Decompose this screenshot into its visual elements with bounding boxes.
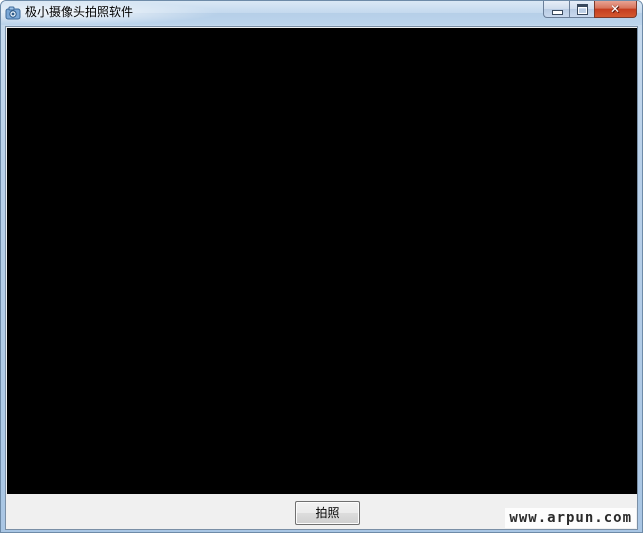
close-button[interactable]: ✕ — [594, 1, 637, 18]
maximize-icon — [577, 4, 588, 15]
caption-buttons: ✕ — [543, 1, 637, 19]
app-window: 极小摄像头拍照软件 ✕ 拍照 www.arpun.com — [0, 0, 643, 533]
minimize-icon — [552, 10, 563, 15]
camera-preview — [7, 28, 637, 494]
window-title: 极小摄像头拍照软件 — [25, 5, 134, 19]
title-bar[interactable]: 极小摄像头拍照软件 ✕ — [1, 1, 642, 25]
client-area: 拍照 — [5, 26, 638, 530]
close-icon: ✕ — [610, 2, 621, 16]
minimize-button[interactable] — [543, 1, 569, 18]
capture-button[interactable]: 拍照 — [295, 501, 360, 525]
maximize-button[interactable] — [569, 1, 594, 18]
camera-app-icon[interactable] — [5, 5, 21, 21]
watermark: www.arpun.com — [505, 508, 636, 528]
